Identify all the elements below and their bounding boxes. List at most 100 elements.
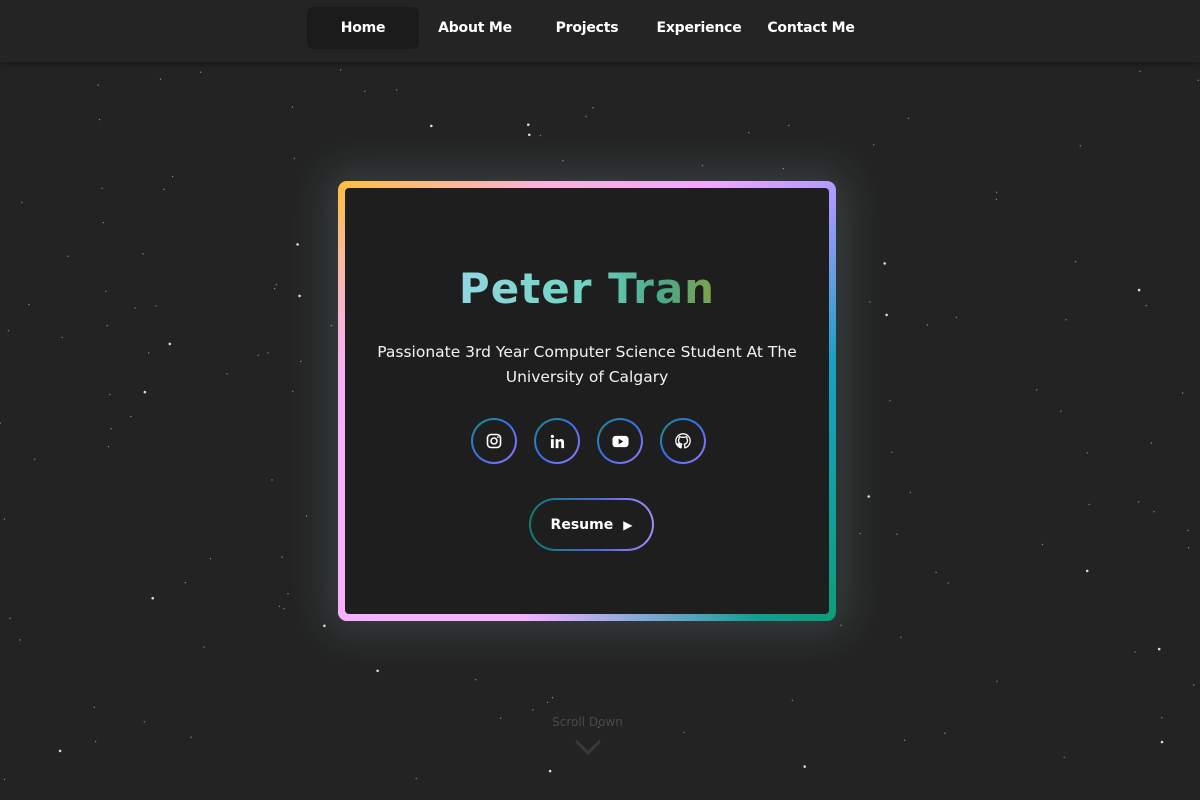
star: [782, 167, 785, 170]
hero-tagline: Passionate 3rd Year Computer Science Stu…: [377, 343, 797, 386]
star: [1063, 756, 1065, 758]
nav-item-about-me[interactable]: About Me: [419, 7, 531, 49]
star: [19, 639, 21, 641]
github-button[interactable]: [660, 418, 706, 464]
star: [867, 495, 870, 498]
star: [9, 617, 11, 619]
star: [94, 740, 97, 743]
star: [293, 157, 296, 160]
star: [788, 124, 790, 127]
star: [546, 701, 549, 704]
nav-item-home[interactable]: Home: [307, 7, 419, 49]
star: [58, 749, 62, 753]
linkedin-button[interactable]: [534, 418, 580, 464]
star: [330, 325, 332, 327]
resume-button[interactable]: Resume ▶: [529, 498, 654, 551]
star: [143, 721, 145, 723]
star: [1153, 511, 1155, 513]
youtube-icon: [611, 435, 629, 447]
star: [287, 593, 289, 595]
star: [101, 187, 103, 189]
instagram-button[interactable]: [471, 418, 517, 464]
star: [1197, 79, 1200, 82]
star: [226, 373, 228, 375]
star: [300, 360, 302, 363]
star: [168, 342, 172, 346]
star: [889, 400, 891, 402]
nav-item-experience[interactable]: Experience: [643, 7, 755, 49]
star: [257, 354, 259, 356]
star: [1137, 288, 1141, 292]
star: [548, 769, 552, 773]
star: [148, 352, 150, 354]
star: [539, 134, 542, 137]
star: [1085, 569, 1089, 573]
star: [1041, 543, 1044, 546]
star: [107, 446, 110, 448]
star: [873, 144, 875, 146]
star: [585, 115, 587, 118]
star: [364, 90, 366, 93]
star: [105, 290, 107, 292]
star: [396, 89, 398, 91]
star: [903, 739, 906, 741]
star: [430, 124, 433, 128]
star: [1139, 70, 1141, 73]
star: [1088, 503, 1090, 506]
play-arrow-icon: ▶: [623, 517, 633, 532]
star: [869, 301, 871, 303]
star: [995, 198, 997, 200]
star: [926, 324, 929, 326]
star: [184, 581, 186, 584]
star: [1161, 717, 1163, 719]
star: [323, 624, 326, 628]
star: [275, 283, 278, 286]
star: [592, 107, 594, 109]
star: [935, 571, 937, 574]
star: [748, 131, 750, 134]
star: [98, 118, 101, 121]
star: [791, 699, 794, 702]
nav-item-contact-me[interactable]: Contact Me: [755, 7, 867, 49]
star: [199, 71, 202, 73]
star: [1182, 392, 1184, 394]
star: [701, 164, 704, 167]
star: [900, 636, 902, 638]
star: [1086, 452, 1089, 454]
star: [955, 316, 958, 318]
star: [376, 669, 379, 673]
star: [562, 160, 564, 162]
star: [1137, 501, 1140, 503]
star: [947, 582, 949, 584]
star: [532, 709, 534, 711]
linkedin-icon: [550, 434, 564, 448]
chevron-down-icon[interactable]: [575, 740, 601, 756]
star: [996, 680, 998, 682]
star: [527, 123, 530, 126]
star: [1193, 684, 1195, 686]
star: [273, 287, 276, 290]
star: [1160, 740, 1164, 744]
star: [163, 188, 165, 190]
star: [3, 518, 6, 520]
nav-item-projects[interactable]: Projects: [531, 7, 643, 49]
star: [1036, 389, 1038, 391]
star: [883, 262, 886, 265]
star: [271, 479, 273, 481]
star: [134, 307, 136, 309]
star: [142, 253, 144, 255]
star: [896, 533, 898, 535]
scroll-down-label[interactable]: Scroll Down: [500, 715, 675, 729]
nav-items: Home About Me Projects Experience Contac…: [307, 7, 867, 49]
star: [151, 596, 154, 600]
navbar: Home About Me Projects Experience Contac…: [0, 0, 1200, 62]
star: [859, 532, 861, 535]
youtube-button[interactable]: [597, 418, 643, 464]
star: [1079, 145, 1082, 147]
star: [1060, 410, 1062, 412]
star: [171, 175, 174, 178]
star: [296, 243, 299, 246]
star: [203, 646, 205, 648]
star: [155, 305, 157, 307]
star: [21, 201, 23, 204]
